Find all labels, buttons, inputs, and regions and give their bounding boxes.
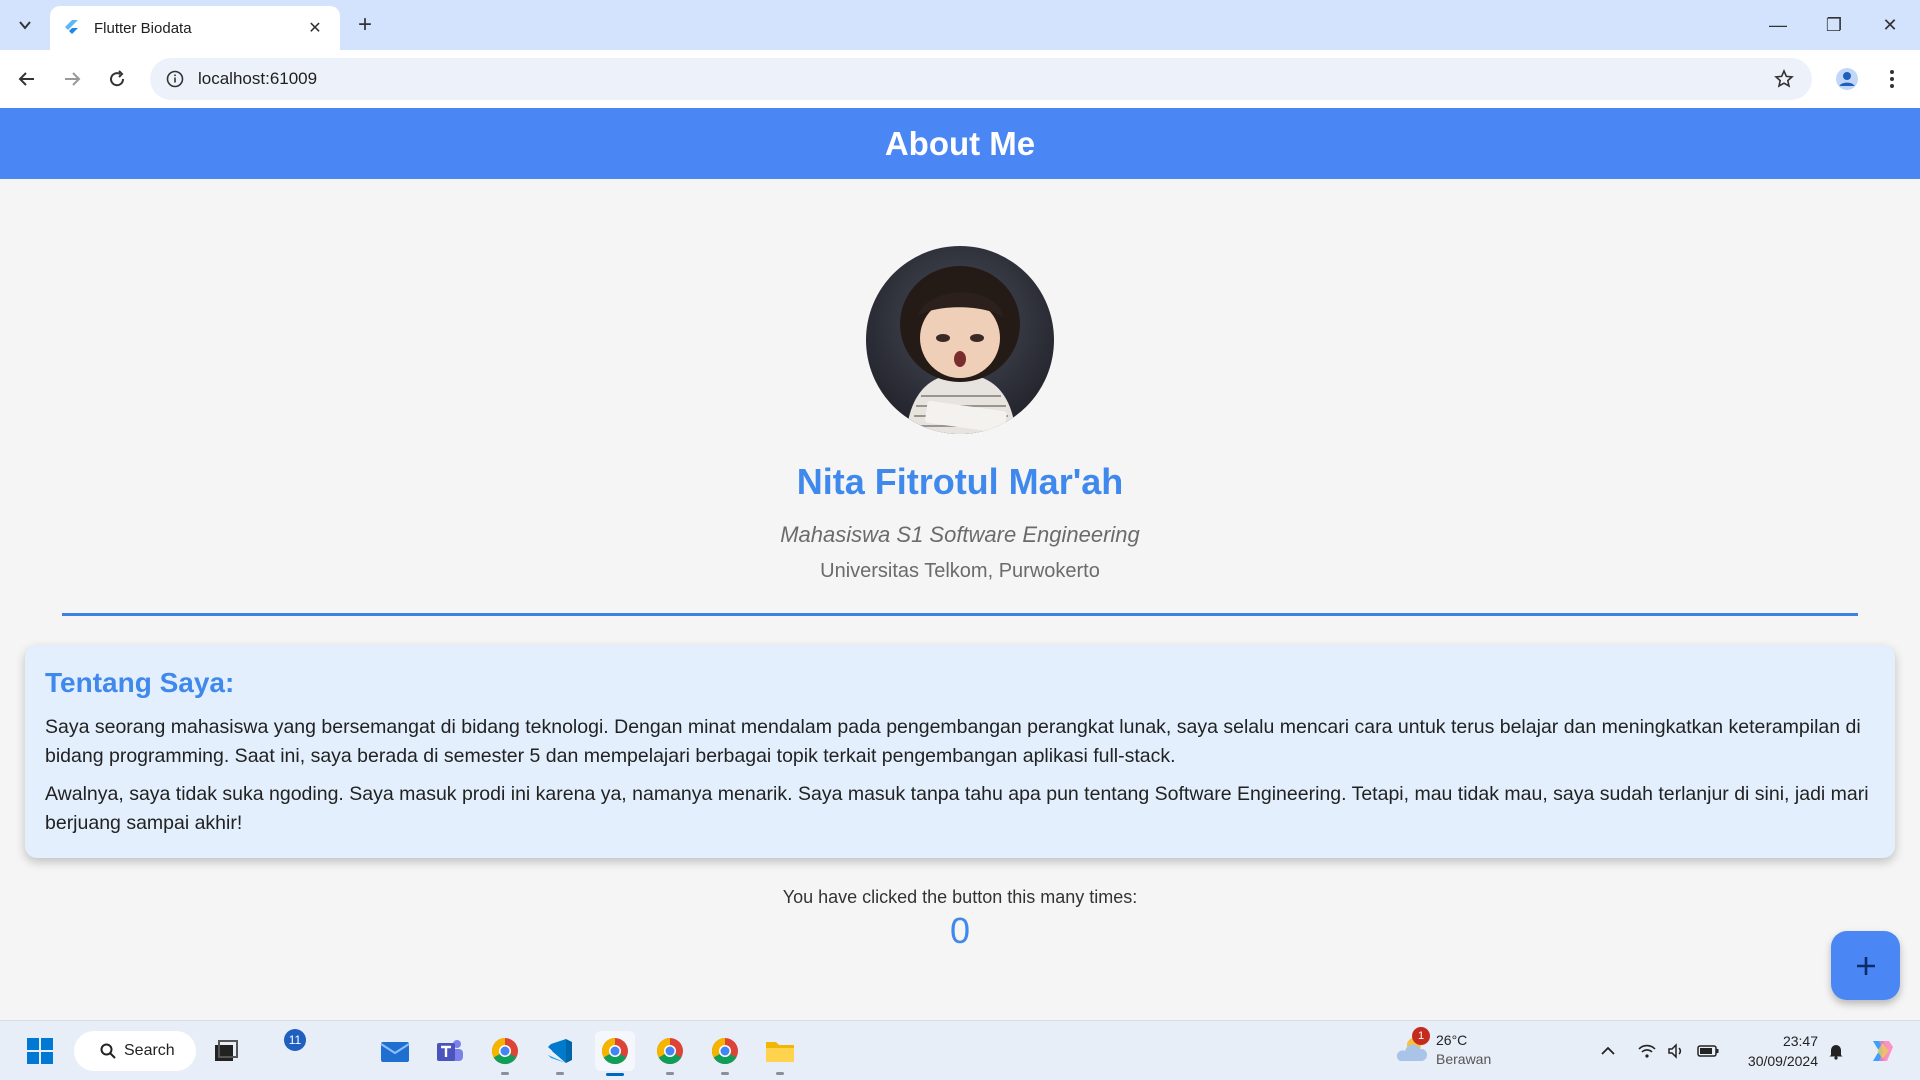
address-bar[interactable]: localhost:61009 [150, 58, 1812, 100]
profile-name: Nita Fitrotul Mar'ah [796, 461, 1124, 502]
reload-button[interactable] [99, 61, 135, 97]
forward-button[interactable] [54, 61, 90, 97]
back-button[interactable] [9, 61, 45, 97]
weather-widget[interactable]: 1 26°C Berawan [1394, 1027, 1492, 1069]
volume-status[interactable] [1664, 1039, 1688, 1063]
minimize-icon[interactable]: — [1750, 0, 1806, 50]
browser-menu-button[interactable] [1874, 61, 1910, 97]
back-arrow-icon [18, 72, 34, 86]
weather-alert-badge: 1 [1412, 1027, 1430, 1045]
avatar [866, 246, 1054, 434]
notification-bell[interactable] [1824, 1039, 1848, 1063]
bell-icon [1829, 1045, 1843, 1060]
kebab-menu-icon [1890, 70, 1894, 88]
task-view-button[interactable] [206, 1031, 246, 1071]
running-indicator [776, 1072, 784, 1075]
running-indicator [721, 1072, 729, 1075]
copilot-icon [1873, 1041, 1893, 1061]
teams-icon [437, 1040, 463, 1061]
chrome-icon [656, 1037, 683, 1065]
about-card: Tentang Saya: Saya seorang mahasiswa yan… [25, 645, 1895, 858]
show-hidden-icons-button[interactable] [1596, 1039, 1620, 1063]
profile-button[interactable] [1829, 61, 1865, 97]
active-indicator [606, 1073, 624, 1076]
profile-photo [866, 246, 1054, 434]
profile-university: Universitas Telkom, Purwokerto [820, 560, 1100, 582]
url-text: localhost:61009 [198, 69, 318, 88]
browser-tab[interactable]: Flutter Biodata ✕ [50, 6, 340, 50]
counter-label: You have clicked the button this many ti… [782, 887, 1138, 907]
bookmark-star-icon[interactable] [1772, 67, 1796, 91]
wifi-status[interactable] [1635, 1039, 1659, 1063]
chevron-down-icon [19, 21, 31, 30]
browser-tab-bar: Flutter Biodata ✕ + — ❐ ✕ [0, 0, 1920, 50]
counter-value: 0 [949, 910, 971, 951]
divider [62, 613, 1858, 616]
new-tab-button[interactable]: + [350, 10, 380, 40]
tab-title: Flutter Biodata [94, 19, 192, 37]
speaker-icon [1668, 1043, 1682, 1059]
page-title: About Me [884, 124, 1036, 162]
folder-icon [766, 1042, 794, 1062]
close-window-icon[interactable]: ✕ [1862, 0, 1918, 50]
running-indicator [556, 1072, 564, 1075]
clock-time: 23:47 [1782, 1033, 1818, 1049]
clock-date: 30/09/2024 [1747, 1053, 1818, 1069]
system-clock[interactable]: 23:47 30/09/2024 [1734, 1031, 1818, 1071]
vscode-icon [548, 1039, 572, 1063]
chrome-icon [601, 1037, 628, 1065]
restore-icon[interactable]: ❐ [1806, 0, 1862, 50]
about-title: Tentang Saya: [45, 667, 235, 698]
taskbar-search[interactable]: Search [74, 1031, 196, 1071]
about-paragraph-1: Saya seorang mahasiswa yang bersemangat … [45, 716, 1861, 767]
chrome-active-button[interactable] [595, 1031, 635, 1071]
windows-logo-icon [27, 1038, 53, 1064]
running-indicator [666, 1072, 674, 1075]
profile-icon [1836, 68, 1858, 90]
tab-close-icon[interactable]: ✕ [304, 17, 326, 39]
chrome-profile-2-button[interactable] [650, 1031, 690, 1071]
about-paragraph-2: Awalnya, saya tidak suka ngoding. Saya m… [45, 783, 1869, 834]
reload-icon [110, 70, 125, 87]
mail-app-button[interactable] [375, 1031, 415, 1071]
weather-temperature: 26°C [1436, 1032, 1468, 1048]
windows-start-button[interactable] [20, 1031, 60, 1071]
search-icon [100, 1043, 116, 1059]
profile-role: Mahasiswa S1 Software Engineering [780, 522, 1140, 547]
taskbar: Search 11 1 26°C Berawan 23:47 30/09/202… [0, 1020, 1920, 1080]
increment-button[interactable] [1831, 931, 1900, 1000]
chrome-icon [711, 1037, 738, 1065]
flutter-icon [64, 20, 80, 36]
teams-app-button[interactable] [430, 1031, 470, 1071]
mail-icon [380, 1042, 410, 1062]
plus-icon [1856, 956, 1875, 975]
chrome-profile-1-button[interactable] [485, 1031, 525, 1071]
browser-toolbar: localhost:61009 [0, 50, 1920, 108]
battery-icon [1697, 1045, 1719, 1057]
task-view-icon [215, 1040, 238, 1061]
chrome-icon [491, 1037, 518, 1065]
chrome-profile-3-button[interactable] [705, 1031, 745, 1071]
site-info-icon[interactable] [164, 68, 186, 90]
app-bar: About Me [0, 108, 1920, 179]
notification-badge: 11 [284, 1029, 306, 1051]
battery-status[interactable] [1696, 1039, 1720, 1063]
copilot-button[interactable] [1866, 1036, 1896, 1066]
chevron-up-icon [1601, 1046, 1615, 1055]
forward-arrow-icon [65, 72, 81, 86]
search-label: Search [124, 1042, 175, 1059]
file-explorer-button[interactable] [760, 1031, 800, 1071]
wifi-icon [1638, 1044, 1656, 1058]
running-indicator [501, 1072, 509, 1075]
main-content: Nita Fitrotul Mar'ah Mahasiswa S1 Softwa… [0, 179, 1920, 1020]
vscode-app-button[interactable] [540, 1031, 580, 1071]
tab-search-button[interactable] [8, 8, 42, 42]
weather-condition: Berawan [1436, 1051, 1492, 1067]
